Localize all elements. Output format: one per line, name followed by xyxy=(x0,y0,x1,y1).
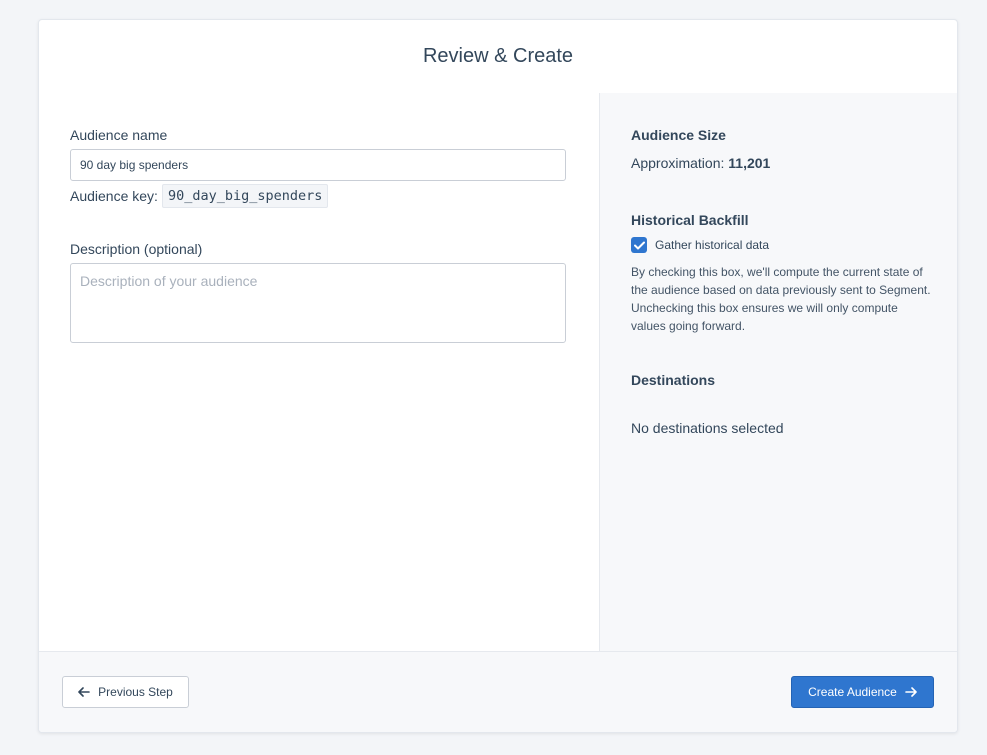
destinations-title: Destinations xyxy=(631,372,716,388)
create-audience-button[interactable]: Create Audience xyxy=(791,676,934,708)
page-title: Review & Create xyxy=(422,45,574,67)
arrow-left-icon xyxy=(78,687,90,697)
gather-historical-checkbox-row[interactable]: Gather historical data xyxy=(631,237,769,253)
audience-size-title: Audience Size xyxy=(631,127,726,143)
audience-key-row: Audience key: 90_day_big_spenders xyxy=(70,184,329,208)
historical-backfill-title: Historical Backfill xyxy=(631,212,749,228)
gather-historical-label: Gather historical data xyxy=(655,238,770,252)
audience-key-value: 90_day_big_spenders xyxy=(161,184,329,208)
card-footer: Previous Step Create Audience xyxy=(39,651,957,732)
description-label: Description (optional) xyxy=(70,241,203,257)
backfill-help-text: By checking this box, we'll compute the … xyxy=(631,265,931,333)
audience-name-label: Audience name xyxy=(70,127,168,143)
create-audience-label: Create Audience xyxy=(808,685,897,699)
audience-key-label: Audience key: xyxy=(70,188,158,204)
approximation-label: Approximation: xyxy=(631,155,725,171)
summary-panel: Audience Size Approximation: 11,201 Hist… xyxy=(599,93,957,654)
previous-step-button[interactable]: Previous Step xyxy=(62,676,189,708)
audience-approximation: Approximation: 11,201 xyxy=(631,155,770,171)
description-textarea[interactable] xyxy=(70,263,566,343)
approximation-value: 11,201 xyxy=(728,155,771,171)
checkmark-icon xyxy=(633,241,645,249)
audience-name-input[interactable] xyxy=(70,149,566,181)
previous-step-label: Previous Step xyxy=(98,685,173,699)
card-header: Review & Create xyxy=(39,20,957,94)
arrow-right-icon xyxy=(905,687,917,697)
gather-historical-checkbox[interactable] xyxy=(631,237,647,253)
review-create-card: Review & Create Audience name Audience k… xyxy=(38,19,958,733)
no-destinations-text: No destinations selected xyxy=(631,420,784,436)
audience-form: Audience name Audience key: 90_day_big_s… xyxy=(39,93,599,654)
